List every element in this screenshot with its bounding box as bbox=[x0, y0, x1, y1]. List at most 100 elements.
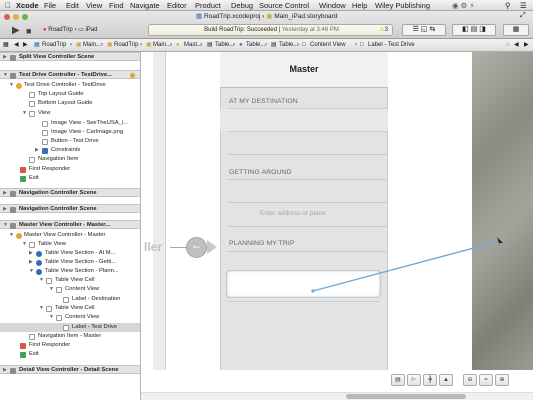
fullscreen-icon[interactable]: ⤢ bbox=[520, 12, 526, 20]
menu-source-control[interactable]: Source Control bbox=[259, 0, 309, 10]
disclosure-down-icon[interactable]: ▼ bbox=[39, 304, 44, 313]
scheme-selector[interactable]: ● RoadTrip › ▭ iPad bbox=[40, 26, 100, 35]
minimize-window-icon[interactable] bbox=[13, 14, 19, 20]
zoom-window-icon[interactable] bbox=[22, 14, 28, 20]
zoom-fit-button[interactable]: = bbox=[479, 374, 493, 386]
outline-row-bottom-layout-guide[interactable]: Bottom Layout Guide bbox=[0, 99, 140, 108]
outline-row-section-planning[interactable]: ▼ Table View Section - Plann... bbox=[0, 267, 140, 276]
disclosure-down-icon[interactable]: ▼ bbox=[22, 109, 27, 118]
resolve-button[interactable]: ▲ bbox=[439, 374, 453, 386]
align-button[interactable]: ⊢ bbox=[407, 374, 421, 386]
disclosure-down-icon[interactable]: ▼ bbox=[9, 231, 14, 240]
outline-row-first-responder[interactable]: First Responder bbox=[0, 165, 140, 174]
view-toggle-control[interactable]: ◧ ▤ ◨ bbox=[452, 24, 496, 36]
test-drive-cell-selected[interactable] bbox=[226, 270, 381, 298]
jump-item-roadtrip-folder[interactable]: RoadTrip bbox=[114, 39, 138, 51]
zoom-out-button[interactable]: ⊖ bbox=[463, 374, 477, 386]
disclosure-right-icon[interactable]: ▶ bbox=[3, 366, 7, 375]
outline-row-split-view-scene[interactable]: ▶ Split View Controller Scene bbox=[0, 52, 140, 62]
outline-row-table-cell[interactable]: ▼ Table View Cell bbox=[0, 276, 140, 285]
navigator-toggle-icon[interactable]: ◧ bbox=[462, 26, 469, 33]
outline-row-navigation-scene[interactable]: ▶ Navigation Controller Scene bbox=[0, 188, 140, 198]
debug-toggle-icon[interactable]: ▤ bbox=[471, 26, 478, 33]
jump-prev-button[interactable]: ◀ bbox=[514, 39, 519, 51]
disclosure-down-icon[interactable]: ▼ bbox=[49, 313, 54, 322]
outline-row-section-getting[interactable]: ▶ Table View Section - Getti... bbox=[0, 258, 140, 267]
outline-row-table-cell[interactable]: ▼ Table View Cell bbox=[0, 304, 140, 313]
outline-row-test-drive-controller[interactable]: ▼ Test Drive Controller - TestDrive bbox=[0, 81, 140, 90]
back-button[interactable]: ◀ bbox=[14, 39, 19, 51]
jump-item-table-section[interactable]: Table... bbox=[246, 39, 265, 51]
outline-row-content-view[interactable]: ▼ Content View bbox=[0, 285, 140, 294]
outline-row-image-view-car[interactable]: Image View - CarImage.png bbox=[0, 128, 140, 137]
disclosure-down-icon[interactable]: ▼ bbox=[39, 276, 44, 285]
run-button[interactable]: ▶ bbox=[12, 26, 20, 36]
menu-edit[interactable]: Edit bbox=[66, 0, 79, 10]
disclosure-right-icon[interactable]: ▶ bbox=[3, 189, 7, 198]
menu-xcode[interactable]: Xcode bbox=[16, 0, 39, 10]
related-items-icon[interactable]: ▦ bbox=[3, 39, 9, 51]
jump-item-table-cell[interactable]: Table... bbox=[279, 39, 298, 51]
standard-editor-icon[interactable]: ☰ bbox=[413, 26, 419, 33]
segue-relationship-icon[interactable]: ↼ bbox=[186, 237, 207, 258]
outline-row-top-layout-guide[interactable]: Top Layout Guide bbox=[0, 90, 140, 99]
warning-indicator[interactable]: ⚠3 bbox=[379, 25, 388, 36]
menu-navigate[interactable]: Navigate bbox=[130, 0, 160, 10]
outline-row-content-view[interactable]: ▼ Content View bbox=[0, 313, 140, 322]
disclosure-down-icon[interactable]: ▼ bbox=[29, 267, 34, 276]
disclosure-right-icon[interactable]: ▶ bbox=[35, 146, 39, 155]
menu-help[interactable]: Help bbox=[352, 0, 367, 10]
notifications-icon[interactable]: ☰ bbox=[520, 0, 527, 10]
outline-row-exit[interactable]: Exit bbox=[0, 174, 140, 183]
menu-window[interactable]: Window bbox=[319, 0, 346, 10]
disclosure-down-icon[interactable]: ▼ bbox=[49, 285, 54, 294]
issue-warning-icon[interactable]: ⚠ bbox=[505, 39, 510, 51]
disclosure-right-icon[interactable]: ▶ bbox=[3, 205, 7, 214]
menu-editor[interactable]: Editor bbox=[167, 0, 187, 10]
assistant-editor-icon[interactable]: ◱ bbox=[421, 26, 428, 33]
zoom-in-button[interactable]: ⊕ bbox=[495, 374, 509, 386]
outline-row-navigation-item-master[interactable]: Navigation Item - Master bbox=[0, 332, 140, 341]
disclosure-down-icon[interactable]: ▼ bbox=[9, 81, 14, 90]
utilities-toggle-icon[interactable]: ◨ bbox=[479, 26, 486, 33]
outline-row-label-destination[interactable]: Label - Destination bbox=[0, 295, 140, 304]
outline-row-section-at-my[interactable]: ▶ Table View Section - At M... bbox=[0, 249, 140, 258]
jump-item-content-view[interactable]: Content View bbox=[310, 39, 346, 51]
outline-row-master-controller[interactable]: ▼ Master View Controller - Master bbox=[0, 231, 140, 240]
horizontal-scrollbar[interactable] bbox=[141, 392, 533, 400]
version-editor-icon[interactable]: ⇆ bbox=[429, 26, 435, 33]
outline-row-constraints[interactable]: ▶ Constraints bbox=[0, 146, 140, 155]
outline-row-button-test-drive[interactable]: Button - Test Drive bbox=[0, 137, 140, 146]
menu-debug[interactable]: Debug bbox=[231, 0, 253, 10]
stop-button[interactable]: ■ bbox=[26, 26, 31, 36]
outline-row-master-scene[interactable]: ▼ Master View Controller - Master... bbox=[0, 220, 140, 230]
jump-item-main-storyboard[interactable]: Main... bbox=[153, 39, 171, 51]
outline-row-detail-scene[interactable]: ▶ Detail View Controller - Detail Scene bbox=[0, 365, 140, 375]
scrollbar-thumb[interactable] bbox=[346, 394, 466, 399]
jump-item-table-view[interactable]: Table... bbox=[215, 39, 234, 51]
outline-row-navigation-item[interactable]: Navigation Item bbox=[0, 155, 140, 164]
organizer-button[interactable]: ▦ bbox=[503, 24, 529, 36]
disclosure-right-icon[interactable]: ▶ bbox=[3, 53, 7, 62]
disclosure-right-icon[interactable]: ▶ bbox=[29, 258, 33, 267]
pin-button[interactable]: ╋ bbox=[423, 374, 437, 386]
menu-product[interactable]: Product bbox=[195, 0, 221, 10]
disclosure-down-icon[interactable]: ▼ bbox=[3, 221, 8, 230]
outline-row-image-view-usa[interactable]: Image View - SeeTheUSA_i... bbox=[0, 119, 140, 128]
outline-row-exit[interactable]: Exit bbox=[0, 350, 140, 359]
outline-row-navigation-scene[interactable]: ▶ Navigation Controller Scene bbox=[0, 204, 140, 214]
menu-file[interactable]: File bbox=[44, 0, 56, 10]
jump-next-button[interactable]: ▶ bbox=[524, 39, 529, 51]
jump-item-label[interactable]: Label - Test Drive bbox=[368, 39, 415, 51]
stack-button[interactable]: ▤ bbox=[391, 374, 405, 386]
disclosure-down-icon[interactable]: ▼ bbox=[3, 71, 8, 80]
jump-item-main-folder[interactable]: Main... bbox=[83, 39, 101, 51]
outline-row-test-drive-scene[interactable]: ▼ Test Drive Controller - TestDrive... bbox=[0, 70, 140, 80]
forward-button[interactable]: ▶ bbox=[23, 39, 28, 51]
disclosure-down-icon[interactable]: ▼ bbox=[22, 240, 27, 249]
outline-row-label-test-drive[interactable]: Label - Test Drive bbox=[0, 323, 140, 332]
apple-menu-icon[interactable]:  bbox=[5, 0, 11, 10]
address-placeholder[interactable]: Enter address or place bbox=[260, 210, 325, 217]
outline-row-first-responder[interactable]: First Responder bbox=[0, 341, 140, 350]
editor-mode-control[interactable]: ☰ ◱ ⇆ bbox=[402, 24, 446, 36]
